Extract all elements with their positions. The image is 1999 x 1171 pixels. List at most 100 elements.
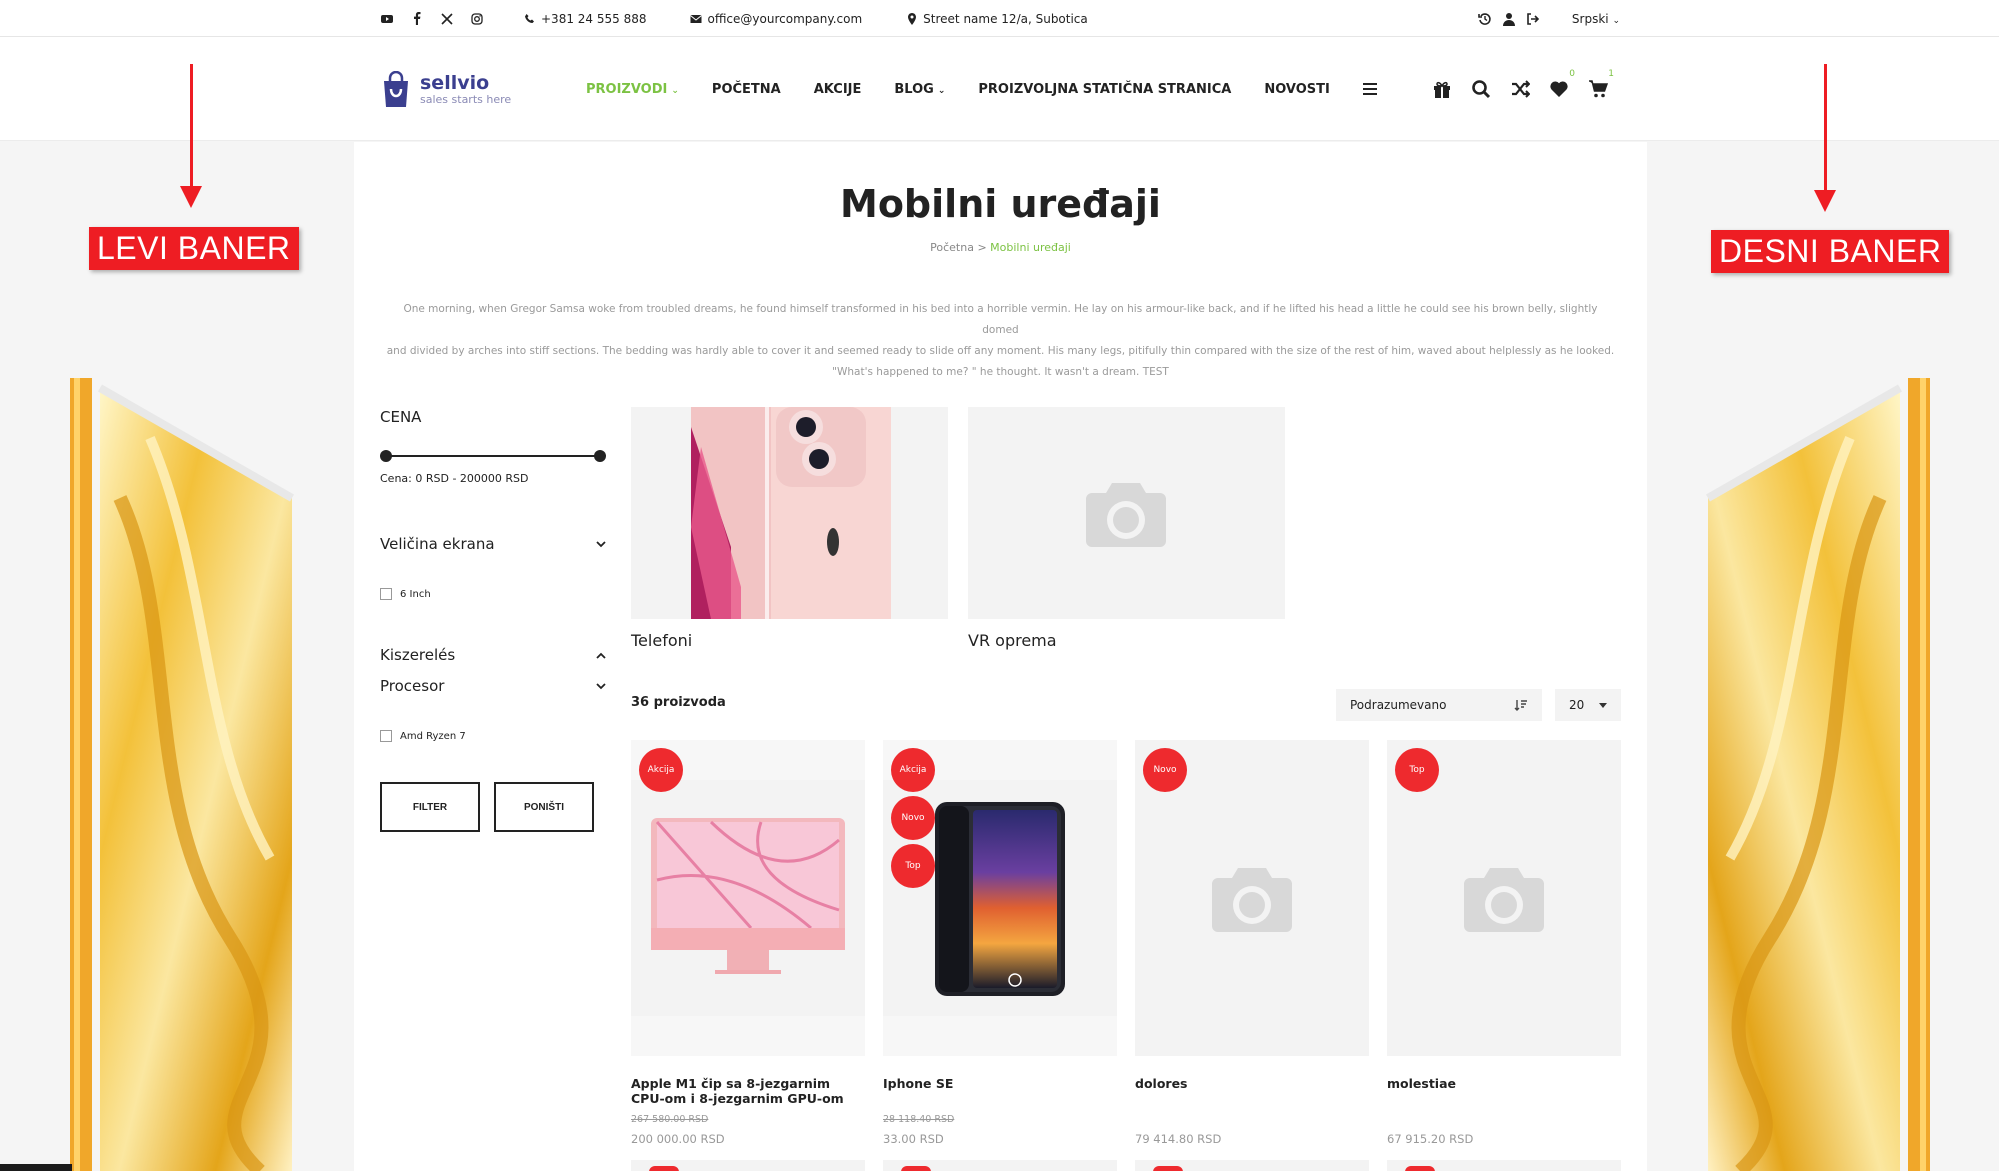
product-name[interactable]: Apple M1 čip sa 8-jezgarnim CPU-om i 8-j… (631, 1076, 865, 1114)
user-icon[interactable] (1502, 12, 1516, 26)
wishlist-heart-icon[interactable]: 0 (1549, 69, 1575, 99)
product-name[interactable]: Iphone SE (883, 1076, 1117, 1114)
address-text: Street name 12/a, Subotica (923, 11, 1088, 26)
brand-tagline: sales starts here (420, 93, 512, 106)
email-contact[interactable]: office@yourcompany.com (690, 12, 862, 26)
next-row-badge (649, 1166, 679, 1171)
processor-filter-toggle[interactable]: Procesor (380, 677, 606, 695)
category-card[interactable]: Telefoni (631, 407, 948, 650)
language-selector[interactable]: Srpski ⌄ (1572, 12, 1620, 26)
next-row-badge (901, 1166, 931, 1171)
right-banner-image[interactable] (1700, 378, 1940, 1171)
caret-down-icon (1599, 702, 1607, 708)
filter-actions: FILTER PONIŠTI (380, 782, 606, 832)
product-card[interactable]: Akcija Apple M1 čip sa 8-jezgarnim CPU-o… (631, 740, 865, 1146)
left-banner-image[interactable] (60, 378, 300, 1171)
history-icon[interactable] (1478, 12, 1492, 26)
description-line: One morning, when Gregor Samsa woke from… (403, 303, 1598, 336)
breadcrumb-home[interactable]: Početna (930, 241, 974, 254)
nav-item-blog[interactable]: BLOG ⌄ (894, 82, 945, 97)
youtube-icon[interactable] (380, 12, 394, 26)
wishlist-count: 0 (1569, 69, 1575, 79)
category-name[interactable]: Telefoni (631, 631, 948, 650)
reset-button[interactable]: PONIŠTI (494, 782, 594, 832)
product-count: 36 proizvoda (631, 695, 726, 710)
breadcrumb: Početna > Mobilni uređaji (354, 241, 1647, 254)
nav-item-akcije[interactable]: AKCIJE (814, 82, 862, 97)
menu-icon[interactable] (1362, 83, 1377, 95)
category-card[interactable]: VR oprema (968, 407, 1285, 650)
filter-button[interactable]: FILTER (380, 782, 480, 832)
facebook-icon[interactable] (410, 12, 424, 26)
main-content: Mobilni uređaji Početna > Mobilni uređaj… (354, 142, 1647, 1171)
chevron-down-icon: ⌄ (1612, 15, 1620, 26)
camera-placeholder-icon (1464, 868, 1544, 932)
category-name[interactable]: VR oprema (968, 631, 1285, 650)
price-range-text: Cena: 0 RSD - 200000 RSD (380, 472, 529, 485)
camera-placeholder-icon (1212, 868, 1292, 932)
sort-icon (1514, 700, 1527, 711)
packaging-filter-toggle[interactable]: Kiszerelés (380, 646, 606, 664)
category-image-phones[interactable] (631, 407, 948, 619)
product-card[interactable]: Novo dolores 79 414.80 RSD (1135, 740, 1369, 1146)
badge-top: Top (891, 844, 935, 888)
shuffle-compare-icon[interactable] (1510, 79, 1530, 99)
phone-contact[interactable]: +381 24 555 888 (524, 12, 646, 26)
nav-item-static-page[interactable]: PROIZVOLJNA STATIČNA STRANICA (978, 82, 1231, 97)
logout-icon[interactable] (1526, 12, 1540, 26)
product-image[interactable]: Akcija (631, 740, 865, 1056)
chevron-down-icon (596, 540, 606, 547)
screen-size-option[interactable]: 6 Inch (380, 588, 606, 600)
language-label: Srpski (1571, 11, 1609, 26)
camera-placeholder-icon (1086, 483, 1166, 547)
sort-select[interactable]: Podrazumevano (1336, 689, 1542, 721)
next-row-product-card[interactable] (883, 1160, 1117, 1171)
main-nav: PROIZVODI ⌄ POČETNA AKCIJE BLOG ⌄ PROIZVOL… (586, 37, 1377, 141)
product-name[interactable]: dolores (1135, 1076, 1369, 1114)
product-image[interactable]: Akcija Novo Top (883, 740, 1117, 1056)
slider-min-handle[interactable] (380, 450, 392, 462)
nav-label: PROIZVODI (586, 81, 668, 97)
slider-max-handle[interactable] (594, 450, 606, 462)
slider-track (386, 455, 600, 457)
breadcrumb-separator: > (977, 241, 987, 254)
category-image-vr[interactable] (968, 407, 1285, 619)
next-row-product-card[interactable] (1387, 1160, 1621, 1171)
screen-size-filter-toggle[interactable]: Veličina ekrana (380, 535, 606, 553)
per-page-select[interactable]: 20 (1555, 689, 1621, 721)
next-row-product-card[interactable] (631, 1160, 865, 1171)
checkbox[interactable] (380, 588, 392, 600)
chevron-up-icon (596, 652, 606, 659)
gift-icon[interactable] (1432, 79, 1452, 99)
processor-option[interactable]: Amd Ryzen 7 (380, 730, 606, 742)
product-card[interactable]: Akcija Novo Top Iphone SE 28 118.40 RSD … (883, 740, 1117, 1146)
sort-value: Podrazumevano (1350, 698, 1447, 712)
price-range-slider[interactable] (380, 450, 606, 462)
nav-item-proizvodi[interactable]: PROIZVODI ⌄ (586, 82, 679, 97)
product-price: 67 915.20 RSD (1387, 1132, 1474, 1146)
phone-icon (525, 13, 534, 23)
checkbox[interactable] (380, 730, 392, 742)
brand-logo[interactable]: sellvio sales starts here (380, 71, 511, 109)
product-image[interactable]: Top (1387, 740, 1621, 1056)
product-price: 200 000.00 RSD (631, 1132, 725, 1146)
packaging-title: Kiszerelés (380, 646, 456, 664)
badge-top: Top (1395, 748, 1439, 792)
left-banner-arrow (190, 64, 193, 188)
product-card[interactable]: Top molestiae 67 915.20 RSD (1387, 740, 1621, 1146)
nav-item-pocetna[interactable]: POČETNA (712, 82, 781, 97)
next-row-product-card[interactable] (1135, 1160, 1369, 1171)
product-price: 33.00 RSD (883, 1132, 944, 1146)
option-label: Amd Ryzen 7 (400, 730, 466, 742)
nav-item-novosti[interactable]: NOVOSTI (1264, 82, 1330, 97)
instagram-icon[interactable] (470, 12, 484, 26)
x-icon[interactable] (440, 12, 454, 26)
product-image[interactable]: Novo (1135, 740, 1369, 1056)
product-old-price: 267 580.00 RSD (631, 1114, 709, 1125)
cart-icon[interactable]: 1 (1588, 69, 1614, 99)
search-icon[interactable] (1471, 79, 1491, 99)
chevron-down-icon: ⌄ (671, 85, 679, 96)
price-filter-title: CENA (380, 408, 422, 426)
badge-new: Novo (1143, 748, 1187, 792)
product-name[interactable]: molestiae (1387, 1076, 1621, 1114)
